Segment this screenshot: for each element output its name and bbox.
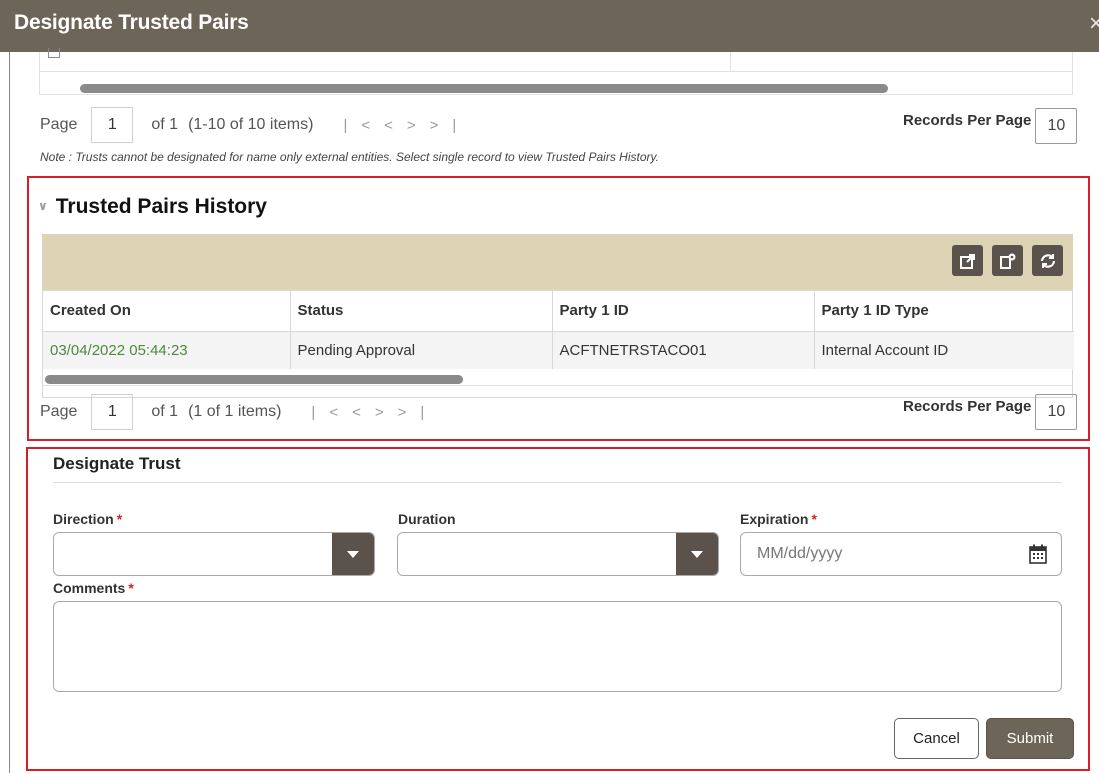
comments-textarea[interactable] <box>53 601 1062 692</box>
expiration-placeholder: MM/dd/yyyy <box>757 545 843 562</box>
section-divider <box>53 482 1062 483</box>
records-per-page-label: Records Per Page <box>903 398 1032 415</box>
records-per-page-label: Records Per Page <box>903 112 1032 129</box>
duration-select[interactable] <box>397 532 719 576</box>
export-icon[interactable] <box>952 245 983 276</box>
page-label: Page <box>40 403 78 420</box>
page-of-text: of 1 <box>151 403 179 420</box>
trusted-pairs-grid <box>39 48 1073 95</box>
pager-nav: |<<>>| <box>343 117 470 134</box>
duration-label: Duration <box>398 511 456 527</box>
submit-button[interactable]: Submit <box>986 718 1074 759</box>
history-toolbar <box>42 234 1073 290</box>
top-pager: Page 1 of 1 (1-10 of 10 items) |<<>>| <box>40 106 470 144</box>
horizontal-scrollbar[interactable] <box>80 84 888 93</box>
dialog-title-bar: Designate Trusted Pairs × <box>0 0 1099 52</box>
table-row[interactable]: 03/04/2022 05:44:23 Pending Approval ACF… <box>43 331 1074 369</box>
chevron-down-icon[interactable] <box>676 533 718 575</box>
last-page-icon[interactable]: >| <box>398 404 439 421</box>
expiration-label: Expiration * <box>740 511 817 527</box>
party-1-id-type-cell: Internal Account ID <box>814 331 1074 369</box>
column-header-party-1-id-type[interactable]: Party 1 ID Type <box>814 291 1074 332</box>
top-records-per-page: Records Per Page 10 <box>903 108 1078 144</box>
required-marker: * <box>116 511 123 527</box>
party-1-id-cell: ACFTNETRSTACO01 <box>552 331 815 369</box>
direction-label-text: Direction <box>53 511 114 527</box>
horizontal-scrollbar[interactable] <box>45 375 463 384</box>
pager-nav: |<<>>| <box>311 404 438 421</box>
refresh-icon[interactable] <box>1032 245 1063 276</box>
history-title: Trusted Pairs History <box>55 195 267 218</box>
chevron-down-icon[interactable] <box>332 533 374 575</box>
chevron-down-icon[interactable]: ∨ <box>38 199 48 213</box>
prev-page-icon[interactable]: < <box>384 117 407 134</box>
expiration-label-text: Expiration <box>740 511 809 527</box>
page-number-input[interactable]: 1 <box>91 107 134 143</box>
dialog-title: Designate Trusted Pairs <box>14 11 249 34</box>
close-icon[interactable]: × <box>1089 10 1099 38</box>
note-text: Note : Trusts cannot be designated for n… <box>40 150 659 164</box>
calendar-icon[interactable] <box>1029 544 1047 564</box>
table-header-row: Created On Status Party 1 ID Party 1 ID … <box>43 291 1074 332</box>
history-records-per-page: Records Per Page 10 <box>903 394 1078 430</box>
comments-label-text: Comments <box>53 580 126 596</box>
status-cell: Pending Approval <box>290 331 553 369</box>
comments-label: Comments * <box>53 580 134 596</box>
records-per-page-input[interactable]: 10 <box>1035 394 1078 430</box>
columns-settings-icon[interactable] <box>992 245 1023 276</box>
page-label: Page <box>40 116 78 133</box>
first-page-icon[interactable]: |< <box>343 117 384 134</box>
expiration-date-input[interactable]: MM/dd/yyyy <box>740 532 1062 576</box>
required-marker: * <box>811 511 817 527</box>
history-grid: Created On Status Party 1 ID Party 1 ID … <box>42 290 1074 398</box>
cancel-button[interactable]: Cancel <box>894 718 979 759</box>
items-count-text: (1-10 of 10 items) <box>188 116 314 133</box>
direction-select[interactable] <box>53 532 375 576</box>
page-of-text: of 1 <box>151 116 179 133</box>
required-marker: * <box>128 580 134 596</box>
prev-page-icon[interactable]: < <box>352 404 375 421</box>
column-divider <box>730 52 731 72</box>
items-count-text: (1 of 1 items) <box>188 403 282 420</box>
page-number-input[interactable]: 1 <box>91 394 134 430</box>
next-page-icon[interactable]: > <box>407 117 430 134</box>
designate-trust-title: Designate Trust <box>53 454 181 473</box>
table-row <box>40 48 1072 72</box>
column-header-created-on[interactable]: Created On <box>43 291 291 332</box>
column-header-status[interactable]: Status <box>290 291 553 332</box>
first-page-icon[interactable]: |< <box>311 404 352 421</box>
history-table: Created On Status Party 1 ID Party 1 ID … <box>43 291 1074 369</box>
last-page-icon[interactable]: >| <box>430 117 471 134</box>
created-on-link[interactable]: 03/04/2022 05:44:23 <box>43 331 291 369</box>
dialog-left-border <box>9 52 10 773</box>
column-header-party-1-id[interactable]: Party 1 ID <box>552 291 815 332</box>
records-per-page-input[interactable]: 10 <box>1035 108 1078 144</box>
history-section-header[interactable]: ∨ Trusted Pairs History <box>38 195 267 219</box>
history-pager: Page 1 of 1 (1 of 1 items) |<<>>| <box>40 393 438 431</box>
row-checkbox[interactable] <box>48 48 60 58</box>
next-page-icon[interactable]: > <box>375 404 398 421</box>
direction-label: Direction * <box>53 511 122 527</box>
